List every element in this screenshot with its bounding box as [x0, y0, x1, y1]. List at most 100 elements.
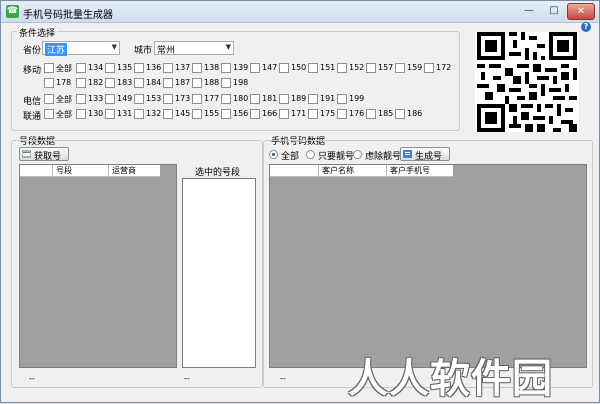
minimize-button[interactable]: —: [517, 3, 541, 20]
carrier-label-telecom: 电信: [23, 97, 42, 107]
checkbox-label: 181: [262, 94, 278, 103]
radio-filter-good-numbers[interactable]: [353, 150, 362, 159]
checkbox-telecom-all[interactable]: [44, 94, 54, 104]
app-window: ☎ 手机号码批量生成器 — □ ✕ ? 条件选择 省份 江苏 ▼ 城市 常州 ▼…: [0, 0, 600, 403]
checkbox-prefix[interactable]: [279, 94, 289, 104]
column-header[interactable]: 客户手机号: [386, 165, 453, 177]
checkbox-prefix[interactable]: [76, 109, 86, 119]
checkbox-prefix[interactable]: [163, 109, 173, 119]
checkbox-label: 131: [117, 109, 133, 118]
checkbox-label: 199: [349, 94, 365, 103]
checkbox-prefix[interactable]: [395, 109, 405, 119]
checkbox-unicom-all[interactable]: [44, 109, 54, 119]
checkbox-prefix[interactable]: [424, 63, 434, 73]
checkbox-prefix[interactable]: [134, 78, 144, 88]
checkbox-prefix[interactable]: [105, 63, 115, 73]
checkbox-prefix[interactable]: [221, 109, 231, 119]
checkbox-label: 177: [204, 94, 220, 103]
checkbox-prefix[interactable]: [337, 109, 347, 119]
generate-numbers-button[interactable]: 生成号码: [400, 147, 450, 175]
generate-icon: [403, 150, 412, 158]
checkbox-label: 171: [291, 109, 307, 118]
maximize-button[interactable]: □: [542, 3, 566, 20]
checkbox-label: 188: [204, 78, 220, 87]
checkbox-prefix[interactable]: [163, 63, 173, 73]
column-header[interactable]: [20, 165, 52, 177]
checkbox-label: 184: [146, 78, 162, 87]
radio-all[interactable]: [269, 150, 278, 159]
checkbox-prefix[interactable]: [221, 94, 231, 104]
checkbox-label: 180: [233, 94, 249, 103]
checkbox-prefix[interactable]: [134, 63, 144, 73]
phones-grid[interactable]: 客户名称 客户手机号: [269, 164, 587, 368]
close-button[interactable]: ✕: [567, 3, 595, 20]
column-header[interactable]: [270, 165, 318, 177]
checkbox-prefix[interactable]: [250, 109, 260, 119]
checkbox-prefix[interactable]: [221, 78, 231, 88]
checkbox-label: 186: [407, 109, 423, 118]
checkbox-prefix[interactable]: [163, 78, 173, 88]
city-select[interactable]: 常州 ▼: [154, 41, 234, 56]
selected-segments-list[interactable]: [182, 178, 256, 368]
city-label: 城市: [134, 46, 153, 56]
checkbox-prefix[interactable]: [44, 78, 54, 88]
radio-good-numbers[interactable]: [306, 150, 315, 159]
checkbox-prefix[interactable]: [134, 94, 144, 104]
segments-grid-header: 号段 运营商: [20, 165, 160, 177]
checkbox-prefix[interactable]: [76, 94, 86, 104]
checkbox-prefix[interactable]: [308, 94, 318, 104]
province-select[interactable]: 江苏 ▼: [42, 41, 120, 56]
checkbox-prefix[interactable]: [134, 109, 144, 119]
province-label: 省份: [23, 46, 42, 56]
radio-all-label: 全部: [281, 152, 300, 162]
fetch-segments-button[interactable]: 获取号段: [19, 147, 69, 175]
checkbox-prefix[interactable]: [337, 63, 347, 73]
checkbox-label: 156: [233, 109, 249, 118]
checkbox-label: 133: [88, 94, 104, 103]
checkbox-prefix[interactable]: [76, 78, 86, 88]
checkbox-prefix[interactable]: [308, 109, 318, 119]
checkbox-prefix[interactable]: [337, 94, 347, 104]
checkbox-label: 152: [349, 63, 365, 72]
column-header[interactable]: 运营商: [108, 165, 160, 177]
column-header[interactable]: 客户名称: [318, 165, 386, 177]
checkbox-label: 155: [204, 109, 220, 118]
checkbox-prefix[interactable]: [366, 63, 376, 73]
checkbox-prefix[interactable]: [221, 63, 231, 73]
checkbox-label: 136: [146, 63, 162, 72]
checkbox-prefix[interactable]: [366, 109, 376, 119]
checkbox-prefix[interactable]: [192, 109, 202, 119]
carrier-label-mobile: 移动: [23, 66, 42, 76]
segments-grid[interactable]: 号段 运营商: [19, 164, 177, 368]
checkbox-prefix[interactable]: [76, 63, 86, 73]
checkbox-prefix[interactable]: [105, 78, 115, 88]
checkbox-mobile-all[interactable]: [44, 63, 54, 73]
column-header[interactable]: 号段: [52, 165, 108, 177]
checkbox-prefix[interactable]: [105, 109, 115, 119]
checkbox-label: 176: [349, 109, 365, 118]
watermark-text: 人人软件园: [348, 356, 553, 402]
checkbox-prefix[interactable]: [105, 94, 115, 104]
checkbox-prefix[interactable]: [279, 63, 289, 73]
chevron-down-icon: ▼: [111, 43, 117, 51]
checkbox-label: 198: [233, 78, 249, 87]
carrier-label-unicom: 联通: [23, 112, 42, 122]
checkbox-prefix[interactable]: [192, 78, 202, 88]
radio-good-numbers-label: 只要靓号: [318, 152, 355, 162]
checkbox-prefix[interactable]: [163, 94, 173, 104]
app-icon: ☎: [6, 5, 19, 18]
checkbox-prefix[interactable]: [308, 63, 318, 73]
checkbox-prefix[interactable]: [250, 94, 260, 104]
checkbox-prefix[interactable]: [395, 63, 405, 73]
help-icon[interactable]: ?: [581, 22, 591, 32]
checkbox-label: 全部: [56, 110, 72, 119]
segments-status-right: --: [184, 374, 190, 383]
checkbox-label: 183: [117, 78, 133, 87]
checkbox-prefix[interactable]: [192, 94, 202, 104]
checkbox-label: 166: [262, 109, 278, 118]
checkbox-prefix[interactable]: [279, 109, 289, 119]
province-value: 江苏: [45, 43, 68, 56]
chevron-down-icon: ▼: [225, 43, 231, 51]
checkbox-prefix[interactable]: [250, 63, 260, 73]
checkbox-prefix[interactable]: [192, 63, 202, 73]
